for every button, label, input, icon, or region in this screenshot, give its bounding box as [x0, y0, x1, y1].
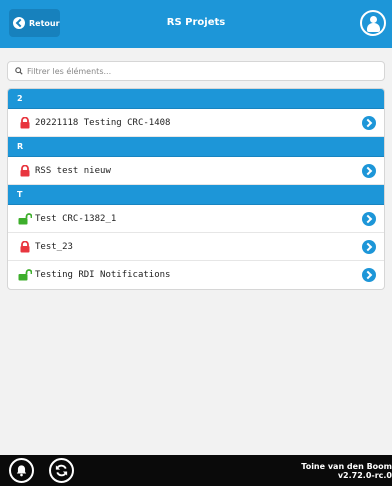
refresh-button[interactable]	[49, 458, 74, 483]
list-divider: R	[8, 137, 384, 157]
user-name: Toine van den Boom	[301, 462, 392, 471]
lock-closed-icon	[20, 240, 30, 252]
project-list-item[interactable]: Test_23	[8, 233, 384, 261]
notifications-button[interactable]	[9, 458, 34, 483]
lock-closed-icon	[20, 116, 30, 128]
project-list-item[interactable]: 20221118 Testing CRC-1408	[8, 109, 384, 137]
chevron-right-icon[interactable]	[362, 116, 376, 130]
user-icon	[370, 16, 377, 23]
project-name: RSS test nieuw	[35, 165, 111, 176]
chevron-right-icon[interactable]	[362, 164, 376, 178]
chevron-right-icon[interactable]	[362, 240, 376, 254]
list-divider: 2	[8, 89, 384, 109]
list-divider: T	[8, 185, 384, 205]
page-title: RS Projets	[166, 17, 226, 28]
search-input[interactable]	[27, 66, 367, 76]
project-name: 20221118 Testing CRC-1408	[35, 117, 171, 128]
search-icon	[15, 67, 23, 75]
project-name: Test_23	[35, 241, 73, 252]
project-name: Test CRC-1382_1	[35, 213, 117, 224]
project-list: 2 20221118 Testing CRC-1408 R RSS test nieu…	[7, 88, 385, 290]
lock-open-icon	[18, 269, 32, 281]
chevron-right-icon[interactable]	[362, 268, 376, 282]
search-bar	[7, 61, 385, 81]
lock-closed-icon	[20, 164, 30, 176]
project-list-item[interactable]: Test CRC-1382_1	[8, 205, 384, 233]
user-profile-button[interactable]	[360, 10, 386, 36]
project-list-item[interactable]: Testing RDI Notifications	[8, 261, 384, 289]
footer-bar: Toine van den Boom v2.72.0-rc.0	[0, 455, 392, 486]
project-name: Testing RDI Notifications	[35, 270, 171, 280]
refresh-icon	[55, 464, 68, 477]
chevron-right-icon[interactable]	[362, 212, 376, 226]
bell-icon	[16, 465, 27, 477]
lock-open-icon	[18, 212, 32, 224]
footer-user-info: Toine van den Boom v2.72.0-rc.0	[301, 462, 392, 480]
header-bar: Retour RS Projets	[0, 0, 392, 48]
app-version: v2.72.0-rc.0	[337, 471, 392, 480]
project-list-item[interactable]: RSS test nieuw	[8, 157, 384, 185]
